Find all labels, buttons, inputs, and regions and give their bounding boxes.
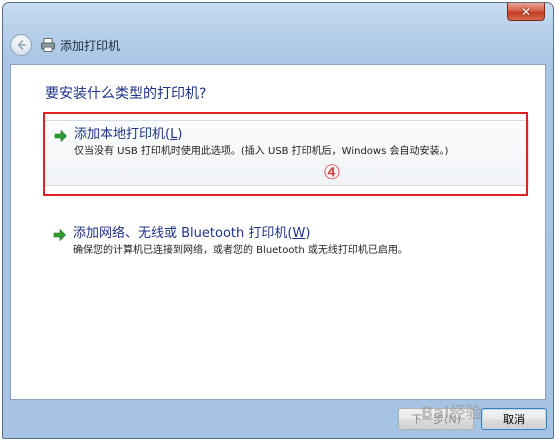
cancel-button[interactable]: 取消	[481, 408, 547, 430]
close-button[interactable]: ✕	[507, 3, 545, 21]
annotation-highlight-box	[43, 112, 528, 196]
add-printer-window: ✕ 添加打印机 要安装什么类型的打印机? 添加本地打印机(L) 仅当没有 USB…	[2, 2, 554, 439]
back-arrow-icon	[17, 40, 26, 50]
printer-icon	[40, 37, 56, 53]
watermark: Bai经验	[421, 403, 482, 422]
page-title: 要安装什么类型的打印机?	[45, 86, 207, 102]
close-icon: ✕	[520, 4, 532, 19]
wizard-content: 要安装什么类型的打印机? 添加本地打印机(L) 仅当没有 USB 打印机时使用此…	[10, 64, 546, 400]
title-bar: 添加打印机	[10, 31, 120, 59]
annotation-step-number: ④	[323, 160, 341, 184]
green-arrow-icon	[53, 228, 66, 242]
option-description: 确保您的计算机已连接到网络，或者您的 Bluetooth 或无线打印机已启用。	[73, 245, 408, 256]
option-title: 添加网络、无线或 Bluetooth 打印机(W)	[73, 226, 311, 241]
window-title: 添加打印机	[60, 38, 121, 53]
add-network-printer-option[interactable]: 添加网络、无线或 Bluetooth 打印机(W) 确保您的计算机已连接到网络，…	[43, 220, 529, 264]
back-button[interactable]	[10, 34, 32, 56]
